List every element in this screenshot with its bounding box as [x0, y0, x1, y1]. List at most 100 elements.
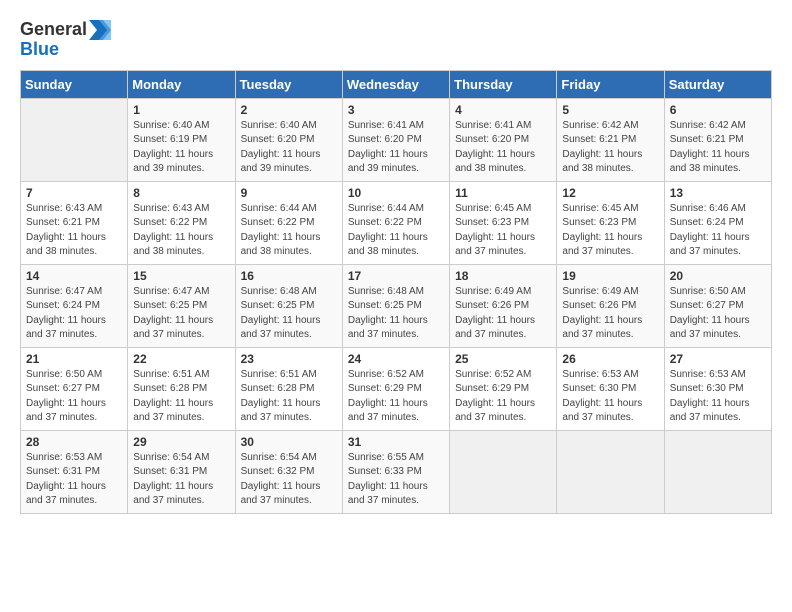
cell-content: Sunrise: 6:53 AMSunset: 6:30 PMDaylight:…	[670, 368, 766, 426]
cell-content: Sunrise: 6:53 AMSunset: 6:31 PMDaylight:…	[26, 451, 122, 509]
calendar-cell: 1 Sunrise: 6:40 AMSunset: 6:19 PMDayligh…	[128, 98, 235, 181]
calendar-cell: 21 Sunrise: 6:50 AMSunset: 6:27 PMDaylig…	[21, 347, 128, 430]
calendar-cell: 11 Sunrise: 6:45 AMSunset: 6:23 PMDaylig…	[450, 181, 557, 264]
col-header-monday: Monday	[128, 70, 235, 98]
day-number: 26	[562, 352, 658, 366]
calendar-cell	[21, 98, 128, 181]
day-number: 9	[241, 186, 337, 200]
day-number: 4	[455, 103, 551, 117]
calendar-cell: 26 Sunrise: 6:53 AMSunset: 6:30 PMDaylig…	[557, 347, 664, 430]
calendar-cell: 3 Sunrise: 6:41 AMSunset: 6:20 PMDayligh…	[342, 98, 449, 181]
logo-general: General	[20, 20, 87, 40]
day-number: 29	[133, 435, 229, 449]
day-number: 23	[241, 352, 337, 366]
week-row-5: 28 Sunrise: 6:53 AMSunset: 6:31 PMDaylig…	[21, 430, 772, 513]
cell-content: Sunrise: 6:41 AMSunset: 6:20 PMDaylight:…	[455, 119, 551, 177]
calendar-cell: 14 Sunrise: 6:47 AMSunset: 6:24 PMDaylig…	[21, 264, 128, 347]
logo-text-block: General Blue	[20, 20, 111, 60]
calendar-cell: 13 Sunrise: 6:46 AMSunset: 6:24 PMDaylig…	[664, 181, 771, 264]
day-number: 14	[26, 269, 122, 283]
header: General Blue	[20, 20, 772, 60]
col-header-saturday: Saturday	[664, 70, 771, 98]
day-number: 27	[670, 352, 766, 366]
calendar-cell: 4 Sunrise: 6:41 AMSunset: 6:20 PMDayligh…	[450, 98, 557, 181]
day-number: 30	[241, 435, 337, 449]
calendar-cell: 19 Sunrise: 6:49 AMSunset: 6:26 PMDaylig…	[557, 264, 664, 347]
cell-content: Sunrise: 6:52 AMSunset: 6:29 PMDaylight:…	[348, 368, 444, 426]
cell-content: Sunrise: 6:54 AMSunset: 6:32 PMDaylight:…	[241, 451, 337, 509]
calendar-cell: 24 Sunrise: 6:52 AMSunset: 6:29 PMDaylig…	[342, 347, 449, 430]
calendar-cell: 8 Sunrise: 6:43 AMSunset: 6:22 PMDayligh…	[128, 181, 235, 264]
col-header-sunday: Sunday	[21, 70, 128, 98]
week-row-1: 1 Sunrise: 6:40 AMSunset: 6:19 PMDayligh…	[21, 98, 772, 181]
calendar-cell: 5 Sunrise: 6:42 AMSunset: 6:21 PMDayligh…	[557, 98, 664, 181]
cell-content: Sunrise: 6:44 AMSunset: 6:22 PMDaylight:…	[241, 202, 337, 260]
logo: General Blue	[20, 20, 111, 60]
calendar-cell	[557, 430, 664, 513]
cell-content: Sunrise: 6:49 AMSunset: 6:26 PMDaylight:…	[455, 285, 551, 343]
calendar-cell: 17 Sunrise: 6:48 AMSunset: 6:25 PMDaylig…	[342, 264, 449, 347]
cell-content: Sunrise: 6:42 AMSunset: 6:21 PMDaylight:…	[670, 119, 766, 177]
cell-content: Sunrise: 6:44 AMSunset: 6:22 PMDaylight:…	[348, 202, 444, 260]
cell-content: Sunrise: 6:51 AMSunset: 6:28 PMDaylight:…	[241, 368, 337, 426]
day-number: 20	[670, 269, 766, 283]
cell-content: Sunrise: 6:41 AMSunset: 6:20 PMDaylight:…	[348, 119, 444, 177]
calendar-cell: 28 Sunrise: 6:53 AMSunset: 6:31 PMDaylig…	[21, 430, 128, 513]
day-number: 17	[348, 269, 444, 283]
calendar-cell: 22 Sunrise: 6:51 AMSunset: 6:28 PMDaylig…	[128, 347, 235, 430]
col-header-tuesday: Tuesday	[235, 70, 342, 98]
day-number: 19	[562, 269, 658, 283]
day-number: 21	[26, 352, 122, 366]
cell-content: Sunrise: 6:50 AMSunset: 6:27 PMDaylight:…	[670, 285, 766, 343]
day-number: 31	[348, 435, 444, 449]
calendar-cell	[450, 430, 557, 513]
cell-content: Sunrise: 6:53 AMSunset: 6:30 PMDaylight:…	[562, 368, 658, 426]
cell-content: Sunrise: 6:49 AMSunset: 6:26 PMDaylight:…	[562, 285, 658, 343]
calendar-cell	[664, 430, 771, 513]
col-header-friday: Friday	[557, 70, 664, 98]
day-number: 2	[241, 103, 337, 117]
logo-arrow-icon	[89, 20, 111, 40]
cell-content: Sunrise: 6:42 AMSunset: 6:21 PMDaylight:…	[562, 119, 658, 177]
calendar-cell: 27 Sunrise: 6:53 AMSunset: 6:30 PMDaylig…	[664, 347, 771, 430]
calendar-cell: 18 Sunrise: 6:49 AMSunset: 6:26 PMDaylig…	[450, 264, 557, 347]
cell-content: Sunrise: 6:55 AMSunset: 6:33 PMDaylight:…	[348, 451, 444, 509]
cell-content: Sunrise: 6:40 AMSunset: 6:20 PMDaylight:…	[241, 119, 337, 177]
calendar-cell: 9 Sunrise: 6:44 AMSunset: 6:22 PMDayligh…	[235, 181, 342, 264]
week-row-4: 21 Sunrise: 6:50 AMSunset: 6:27 PMDaylig…	[21, 347, 772, 430]
day-number: 6	[670, 103, 766, 117]
day-number: 22	[133, 352, 229, 366]
week-row-2: 7 Sunrise: 6:43 AMSunset: 6:21 PMDayligh…	[21, 181, 772, 264]
calendar-cell: 2 Sunrise: 6:40 AMSunset: 6:20 PMDayligh…	[235, 98, 342, 181]
day-number: 15	[133, 269, 229, 283]
calendar-cell: 31 Sunrise: 6:55 AMSunset: 6:33 PMDaylig…	[342, 430, 449, 513]
cell-content: Sunrise: 6:43 AMSunset: 6:21 PMDaylight:…	[26, 202, 122, 260]
cell-content: Sunrise: 6:47 AMSunset: 6:25 PMDaylight:…	[133, 285, 229, 343]
calendar-cell: 25 Sunrise: 6:52 AMSunset: 6:29 PMDaylig…	[450, 347, 557, 430]
calendar-cell: 16 Sunrise: 6:48 AMSunset: 6:25 PMDaylig…	[235, 264, 342, 347]
day-number: 16	[241, 269, 337, 283]
day-number: 28	[26, 435, 122, 449]
calendar-cell: 12 Sunrise: 6:45 AMSunset: 6:23 PMDaylig…	[557, 181, 664, 264]
calendar-cell: 15 Sunrise: 6:47 AMSunset: 6:25 PMDaylig…	[128, 264, 235, 347]
cell-content: Sunrise: 6:45 AMSunset: 6:23 PMDaylight:…	[455, 202, 551, 260]
week-row-3: 14 Sunrise: 6:47 AMSunset: 6:24 PMDaylig…	[21, 264, 772, 347]
cell-content: Sunrise: 6:45 AMSunset: 6:23 PMDaylight:…	[562, 202, 658, 260]
cell-content: Sunrise: 6:51 AMSunset: 6:28 PMDaylight:…	[133, 368, 229, 426]
cell-content: Sunrise: 6:48 AMSunset: 6:25 PMDaylight:…	[348, 285, 444, 343]
day-number: 5	[562, 103, 658, 117]
day-number: 11	[455, 186, 551, 200]
day-number: 8	[133, 186, 229, 200]
cell-content: Sunrise: 6:46 AMSunset: 6:24 PMDaylight:…	[670, 202, 766, 260]
day-number: 24	[348, 352, 444, 366]
calendar-cell: 23 Sunrise: 6:51 AMSunset: 6:28 PMDaylig…	[235, 347, 342, 430]
calendar-cell: 6 Sunrise: 6:42 AMSunset: 6:21 PMDayligh…	[664, 98, 771, 181]
day-number: 18	[455, 269, 551, 283]
calendar-cell: 29 Sunrise: 6:54 AMSunset: 6:31 PMDaylig…	[128, 430, 235, 513]
calendar-table: SundayMondayTuesdayWednesdayThursdayFrid…	[20, 70, 772, 514]
calendar-body: 1 Sunrise: 6:40 AMSunset: 6:19 PMDayligh…	[21, 98, 772, 513]
day-number: 13	[670, 186, 766, 200]
day-number: 3	[348, 103, 444, 117]
day-number: 1	[133, 103, 229, 117]
cell-content: Sunrise: 6:48 AMSunset: 6:25 PMDaylight:…	[241, 285, 337, 343]
